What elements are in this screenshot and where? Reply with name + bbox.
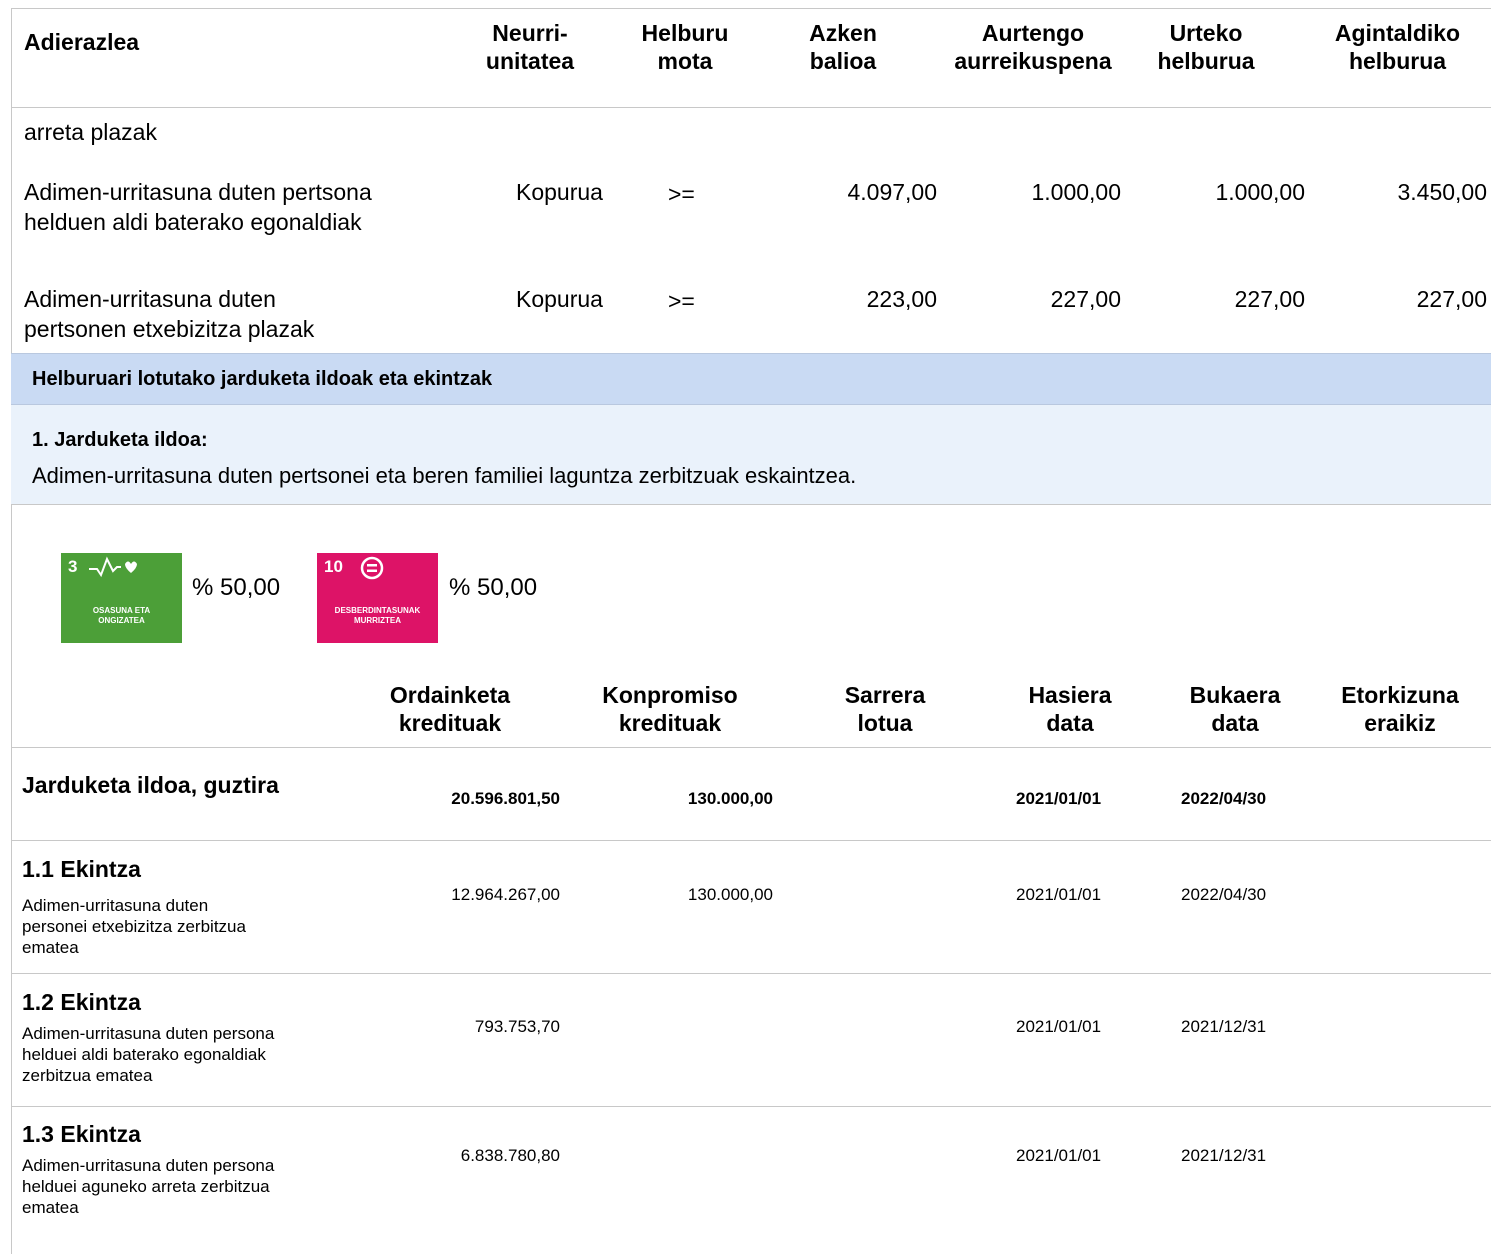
indicator-forecast: 1.000,00 <box>1031 179 1121 205</box>
header-agintaldiko-helburua: Agintaldiko helburua <box>1334 20 1461 74</box>
sdg-number: 10 <box>324 557 343 576</box>
indicator-unit: Kopurua <box>516 286 603 312</box>
action-title: 1.2 Ekintza <box>22 989 141 1015</box>
indicator-forecast: 227,00 <box>1050 286 1121 312</box>
indicator-term-target: 227,00 <box>1416 286 1487 312</box>
divider <box>11 840 1491 841</box>
section-header-band: Helburuari lotutako jarduketa ildoak eta… <box>11 353 1491 405</box>
action-description: Adimen-urritasuna duten personei etxebizi… <box>22 896 246 957</box>
table-top-border <box>11 8 1491 9</box>
indicator-annual-target: 227,00 <box>1234 286 1305 312</box>
action-hasiera: 2021/01/01 <box>1016 1146 1102 1165</box>
indicator-term-target: 3.450,00 <box>1397 179 1487 205</box>
header-ordainketa-kredituak: Ordainketa kredituak <box>389 682 511 736</box>
action-hasiera: 2021/01/01 <box>1016 1017 1102 1036</box>
header-neurri-unitatea: Neurri-unitatea <box>485 20 575 74</box>
divider <box>11 973 1491 974</box>
action-hasiera: 2021/01/01 <box>1016 885 1102 904</box>
header-etorkizuna-eraikiz: Etorkizuna eraikiz <box>1341 682 1459 736</box>
total-bukaera: 2022/04/30 <box>1181 789 1267 808</box>
sdg-10-percent: % 50,00 <box>449 574 538 601</box>
header-azken-balioa: Azken balioa <box>809 20 877 74</box>
sdg-number: 3 <box>68 557 78 576</box>
indicator-name: Adimen-urritasuna duten pertsonen etxebiz… <box>24 286 315 342</box>
indicator-last-value: 4.097,00 <box>847 179 937 205</box>
sdg-3-percent: % 50,00 <box>192 574 281 601</box>
indicator-unit: Kopurua <box>516 179 603 205</box>
action-bukaera: 2021/12/31 <box>1181 1017 1267 1036</box>
action-title: 1.1 Ekintza <box>22 856 141 882</box>
action-bukaera: 2021/12/31 <box>1181 1146 1267 1165</box>
action-title: 1.3 Ekintza <box>22 1121 141 1147</box>
line-title: 1. Jarduketa ildoa: <box>32 429 208 451</box>
equality-icon <box>359 555 385 587</box>
total-ordainketa: 20.596.801,50 <box>451 789 560 808</box>
sdg-caption: OSASUNA ETA ONGIZATEA <box>92 606 151 625</box>
header-aurtengo-aurreikuspena: Aurtengo aurreikuspena <box>954 20 1112 74</box>
action-ordainketa: 12.964.267,00 <box>451 885 560 904</box>
sdg-10-badge: 10 DESBERDINTASUNAK MURRIZTEA <box>317 553 438 643</box>
indicator-annual-target: 1.000,00 <box>1215 179 1305 205</box>
heartbeat-icon <box>87 555 137 585</box>
indicator-type: >= <box>668 288 695 314</box>
header-konpromiso-kredituak: Konpromiso kredituak <box>602 682 738 736</box>
header-urteko-helburua: Urteko helburua <box>1157 20 1255 74</box>
indicator-last-value: 223,00 <box>866 286 937 312</box>
section-title: Helburuari lotutako jarduketa ildoak eta… <box>32 368 493 390</box>
header-adierazlea: Adierazlea <box>24 29 140 55</box>
divider <box>11 747 1491 748</box>
divider <box>11 107 1491 108</box>
header-sarrera-lotua: Sarrera lotua <box>844 682 926 736</box>
header-hasiera-data: Hasiera data <box>1028 682 1112 736</box>
total-label: Jarduketa ildoa, guztira <box>22 772 279 798</box>
total-konpromiso: 130.000,00 <box>687 789 773 808</box>
header-bukaera-data: Bukaera data <box>1189 682 1281 736</box>
action-bukaera: 2022/04/30 <box>1181 885 1267 904</box>
indicator-name: Adimen-urritasuna duten pertsona helduen … <box>24 179 372 235</box>
table-left-border <box>11 8 12 1254</box>
divider <box>11 1106 1491 1107</box>
line-description: Adimen-urritasuna duten pertsonei eta be… <box>32 463 857 488</box>
action-konpromiso: 130.000,00 <box>687 885 773 904</box>
action-ordainketa: 6.838.780,80 <box>460 1146 560 1165</box>
header-helburu-mota: Helburu mota <box>641 20 729 74</box>
indicator-type: >= <box>668 181 695 207</box>
action-description: Adimen-urritasuna duten persona helduei a… <box>22 1156 275 1217</box>
total-hasiera: 2021/01/01 <box>1016 789 1102 808</box>
sdg-caption: DESBERDINTASUNAK MURRIZTEA <box>334 606 421 625</box>
action-ordainketa: 793.753,70 <box>474 1017 560 1036</box>
sdg-3-badge: 3 OSASUNA ETA ONGIZATEA <box>61 553 182 643</box>
continuation-text: arreta plazak <box>24 119 157 145</box>
action-description: Adimen-urritasuna duten persona helduei a… <box>22 1024 275 1085</box>
action-line-band: 1. Jarduketa ildoa: Adimen-urritasuna du… <box>11 405 1491 505</box>
